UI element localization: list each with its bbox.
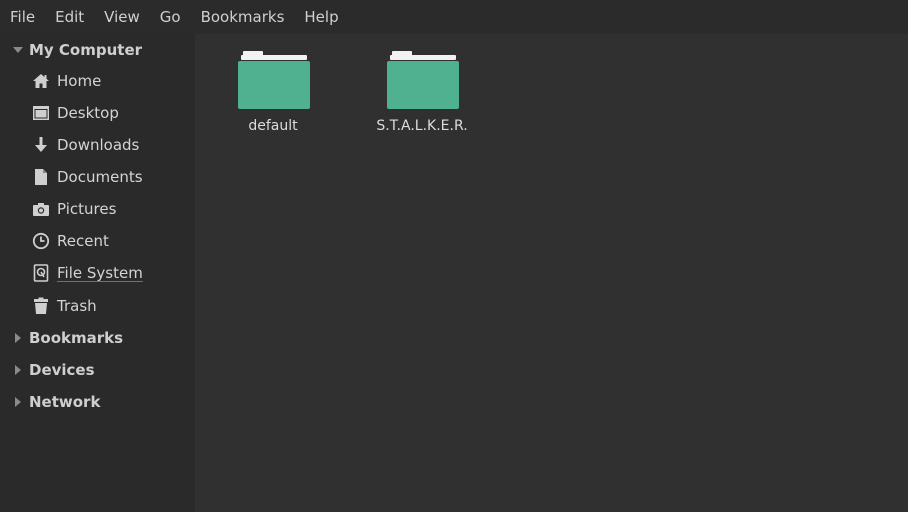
sidebar-item-home[interactable]: Home xyxy=(0,67,195,95)
sidebar-item-documents[interactable]: Documents xyxy=(0,163,195,191)
menu-go[interactable]: Go xyxy=(150,0,191,34)
desktop-icon xyxy=(32,104,50,122)
sidebar-item-label: Pictures xyxy=(57,200,117,218)
sidebar-item-label: Trash xyxy=(57,297,97,315)
document-icon xyxy=(32,168,50,186)
menu-edit[interactable]: Edit xyxy=(45,0,94,34)
folder-icon xyxy=(387,51,459,109)
sidebar-item-pictures[interactable]: Pictures xyxy=(0,195,195,223)
trash-icon xyxy=(32,297,50,315)
sidebar-item-label: Documents xyxy=(57,168,143,186)
folder-item-stalker[interactable]: S.T.A.L.K.E.R. xyxy=(362,50,482,134)
menu-help[interactable]: Help xyxy=(294,0,348,34)
sidebar-item-label: Downloads xyxy=(57,136,140,154)
folder-item-default[interactable]: default xyxy=(213,50,333,134)
menu-bar: File Edit View Go Bookmarks Help xyxy=(0,0,908,34)
menu-view[interactable]: View xyxy=(94,0,150,34)
expander-right-icon[interactable] xyxy=(10,394,26,410)
sidebar-item-label: Home xyxy=(57,72,102,90)
sidebar-item-desktop[interactable]: Desktop xyxy=(0,99,195,127)
sidebar-item-file-system[interactable]: File System xyxy=(0,259,195,287)
download-icon xyxy=(32,136,50,154)
menu-file[interactable]: File xyxy=(0,0,45,34)
section-devices[interactable]: Devices xyxy=(0,357,195,383)
drive-icon xyxy=(32,264,50,282)
section-my-computer[interactable]: My Computer xyxy=(0,37,195,63)
home-icon xyxy=(32,72,50,90)
folder-icon xyxy=(238,51,310,109)
sidebar-item-downloads[interactable]: Downloads xyxy=(0,131,195,159)
sidebar-item-recent[interactable]: Recent xyxy=(0,227,195,255)
file-name: default xyxy=(248,118,298,134)
section-label: Devices xyxy=(29,361,95,379)
section-network[interactable]: Network xyxy=(0,389,195,415)
section-label: Network xyxy=(29,393,101,411)
camera-icon xyxy=(32,200,50,218)
sidebar-item-label: Desktop xyxy=(57,104,119,122)
expander-right-icon[interactable] xyxy=(10,362,26,378)
expander-down-icon[interactable] xyxy=(10,42,26,58)
file-name: S.T.A.L.K.E.R. xyxy=(376,118,468,134)
sidebar-item-label: Recent xyxy=(57,232,109,250)
sidebar: My Computer Home Desktop Downloads Docum… xyxy=(0,34,195,512)
section-bookmarks[interactable]: Bookmarks xyxy=(0,325,195,351)
file-view[interactable]: default S.T.A.L.K.E.R. xyxy=(195,34,908,512)
sidebar-item-label: File System xyxy=(57,264,143,282)
clock-icon xyxy=(32,232,50,250)
section-label: Bookmarks xyxy=(29,329,124,347)
sidebar-item-trash[interactable]: Trash xyxy=(0,292,195,320)
menu-bookmarks[interactable]: Bookmarks xyxy=(191,0,295,34)
expander-right-icon[interactable] xyxy=(10,330,26,346)
section-label: My Computer xyxy=(29,41,143,59)
